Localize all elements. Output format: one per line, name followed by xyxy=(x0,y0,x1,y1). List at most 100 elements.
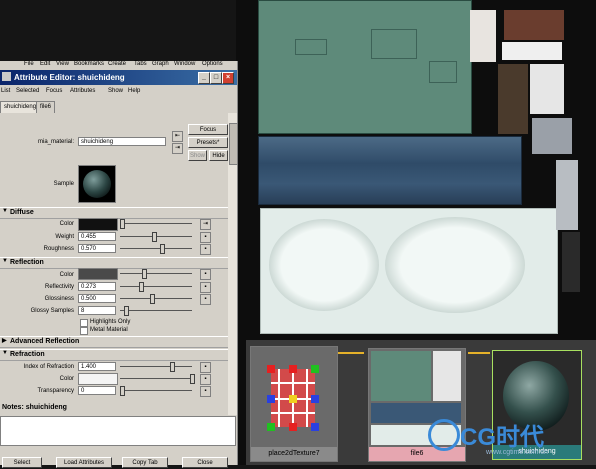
glossiness-label: Glossiness xyxy=(44,296,74,302)
expand-arrow-icon: ▼ xyxy=(2,208,8,214)
diffuse-weight-slider[interactable] xyxy=(120,232,192,242)
material-type-label: mia_material: xyxy=(37,139,74,145)
diffuse-color-slider[interactable] xyxy=(120,219,192,229)
section-advanced-reflection[interactable]: ▶ Advanced Reflection xyxy=(0,336,228,348)
section-refraction[interactable]: ▼ Refraction xyxy=(0,349,228,361)
transparency-field[interactable]: 0 xyxy=(78,386,116,395)
main-menu-tabs[interactable]: Tabs xyxy=(134,61,147,67)
ior-slider[interactable] xyxy=(120,362,192,372)
connection-arrow xyxy=(468,352,490,354)
section-title: Reflection xyxy=(10,259,44,266)
connection-arrow xyxy=(338,352,364,354)
map-button-icon[interactable]: ▪ xyxy=(200,282,211,293)
refraction-color-swatch[interactable] xyxy=(78,373,118,385)
expand-arrow-icon: ▼ xyxy=(2,350,8,356)
map-button-icon[interactable]: ▪ xyxy=(200,386,211,397)
minimize-button[interactable]: _ xyxy=(198,72,210,84)
green-texture-patch xyxy=(258,0,472,134)
presets-button[interactable]: Presets* xyxy=(188,137,228,148)
main-menu-graph[interactable]: Graph xyxy=(152,61,169,67)
copy-tab-button[interactable]: Copy Tab xyxy=(122,457,168,468)
notes-textarea[interactable] xyxy=(0,416,236,446)
map-button-icon[interactable]: ▪ xyxy=(200,244,211,255)
map-button-icon[interactable]: ▪ xyxy=(200,294,211,305)
title-bar[interactable]: Attribute Editor: shuichideng _ □ × xyxy=(0,70,237,85)
blue-texture-patch xyxy=(258,136,522,205)
texture-fragment xyxy=(556,160,578,230)
menu-show[interactable]: Show xyxy=(108,88,123,94)
menu-attributes[interactable]: Attributes xyxy=(70,88,95,94)
material-name-field[interactable]: shuichideng xyxy=(78,137,166,146)
section-title: Diffuse xyxy=(10,209,34,216)
refraction-color-slider[interactable] xyxy=(120,374,195,384)
section-title: Refraction xyxy=(10,351,45,358)
place2d-icon xyxy=(267,365,319,431)
app-icon xyxy=(2,72,11,81)
metal-material-checkbox[interactable] xyxy=(80,327,88,335)
main-menu-view[interactable]: View xyxy=(56,61,69,67)
menu-list[interactable]: List xyxy=(1,88,10,94)
main-menu-options[interactable]: Options xyxy=(202,61,223,67)
transparency-slider[interactable] xyxy=(120,386,192,396)
editor-menubar: List Selected Focus Attributes Show Help xyxy=(0,87,237,97)
reflectivity-slider[interactable] xyxy=(120,282,192,292)
go-to-output-icon[interactable]: ⇥ xyxy=(172,143,183,154)
diffuse-weight-field[interactable]: 0.455 xyxy=(78,232,116,241)
map-button-icon[interactable]: ▪ xyxy=(200,269,211,280)
attribute-editor-window: File Edit View Bookmarks Create Tabs Gra… xyxy=(0,61,238,468)
go-to-input-icon[interactable]: ⇤ xyxy=(172,131,183,142)
main-menu-row: File Edit View Bookmarks Create Tabs Gra… xyxy=(22,61,237,69)
tab-file6[interactable]: file6 xyxy=(36,101,56,113)
texture-fragment xyxy=(470,10,496,62)
menu-help[interactable]: Help xyxy=(128,88,140,94)
map-button-icon[interactable]: ⇥ xyxy=(200,219,211,230)
section-title: Advanced Reflection xyxy=(10,338,80,345)
hide-button[interactable]: Hide xyxy=(209,150,228,161)
texture-fragment xyxy=(530,64,564,114)
main-menu-bookmarks[interactable]: Bookmarks xyxy=(74,61,104,67)
scrollbar-thumb[interactable] xyxy=(229,123,238,165)
select-button[interactable]: Select xyxy=(2,457,42,468)
reflection-color-slider[interactable] xyxy=(120,269,192,279)
map-button-icon[interactable]: ▪ xyxy=(200,232,211,243)
bottom-button-bar: Select Load Attributes Copy Tab Close xyxy=(0,457,237,468)
close-button[interactable]: Close xyxy=(182,457,228,468)
ior-field[interactable]: 1.400 xyxy=(78,362,116,371)
sample-label: Sample xyxy=(53,181,74,187)
diffuse-color-label: Color xyxy=(59,221,74,227)
highlights-only-checkbox[interactable] xyxy=(80,319,88,327)
map-button-icon[interactable]: ▪ xyxy=(200,362,211,373)
focus-button[interactable]: Focus xyxy=(188,124,228,135)
glossiness-field[interactable]: 0.500 xyxy=(78,294,116,303)
diffuse-roughness-field[interactable]: 0.570 xyxy=(78,244,116,253)
refraction-color-label: Color xyxy=(59,376,74,382)
reflection-color-swatch[interactable] xyxy=(78,268,118,280)
ior-label: Index of Refraction xyxy=(23,364,74,370)
main-menu-window[interactable]: Window xyxy=(174,61,195,67)
watermark-logo-icon xyxy=(428,419,460,451)
texture-fragment xyxy=(532,118,572,154)
main-menu-file[interactable]: File xyxy=(24,61,34,67)
glossiness-slider[interactable] xyxy=(120,294,192,304)
tab-shuichideng[interactable]: shuichideng xyxy=(0,101,41,113)
diffuse-roughness-slider[interactable] xyxy=(120,244,192,254)
window-title: Attribute Editor: shuichideng xyxy=(14,73,125,82)
show-button[interactable]: Show xyxy=(188,150,207,161)
texture-fragment xyxy=(498,64,528,134)
main-menu-edit[interactable]: Edit xyxy=(40,61,50,67)
reflectivity-field[interactable]: 0.273 xyxy=(78,282,116,291)
reflectivity-label: Reflectivity xyxy=(44,284,74,290)
maximize-button[interactable]: □ xyxy=(210,72,222,84)
diffuse-color-swatch[interactable] xyxy=(78,218,118,231)
main-menu-create[interactable]: Create xyxy=(108,61,126,67)
metal-material-label: Metal Material xyxy=(90,327,128,333)
place2dtexture-node[interactable]: place2dTexture7 xyxy=(250,346,338,462)
menu-focus[interactable]: Focus xyxy=(46,88,62,94)
attribute-scrollbar[interactable] xyxy=(228,113,238,415)
menu-selected[interactable]: Selected xyxy=(16,88,39,94)
glossy-samples-slider[interactable] xyxy=(120,306,192,316)
load-attributes-button[interactable]: Load Attributes xyxy=(56,457,112,468)
glossy-samples-field[interactable]: 8 xyxy=(78,306,116,315)
close-window-button[interactable]: × xyxy=(222,72,234,84)
map-button-icon[interactable]: ▪ xyxy=(200,374,211,385)
